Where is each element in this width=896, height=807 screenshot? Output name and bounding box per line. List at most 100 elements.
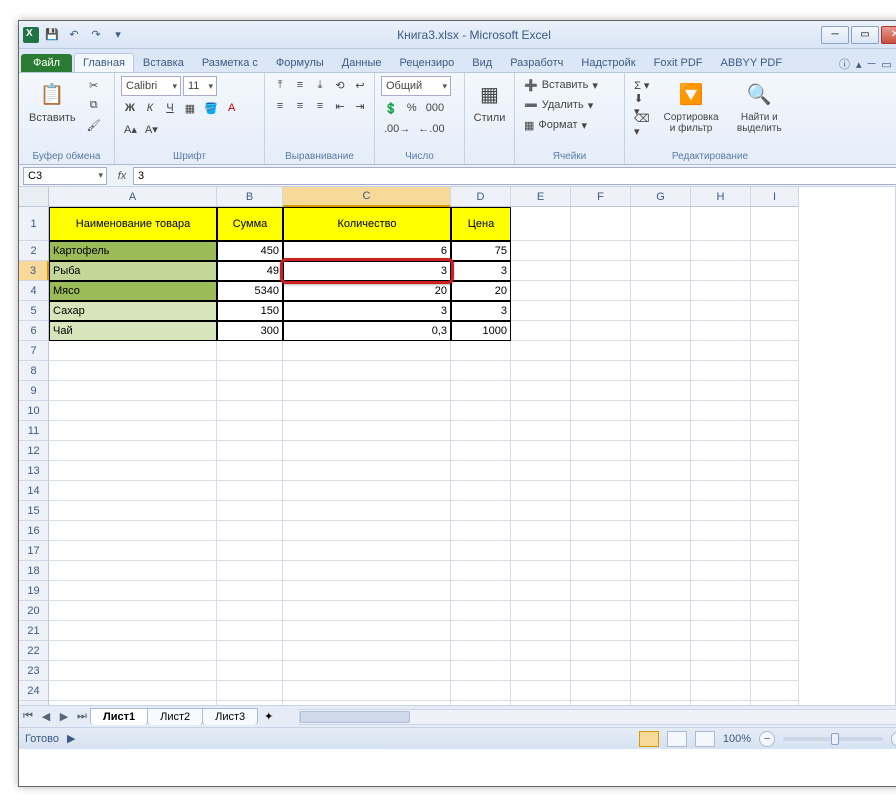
- cell-D18[interactable]: [451, 561, 511, 581]
- zoom-level[interactable]: 100%: [723, 733, 751, 745]
- cell-D4[interactable]: 20: [451, 281, 511, 301]
- sheet-nav-first[interactable]: ⏮: [19, 710, 37, 723]
- cell-B2[interactable]: 450: [217, 241, 283, 261]
- cell-E10[interactable]: [511, 401, 571, 421]
- cell-B19[interactable]: [217, 581, 283, 601]
- fill-color-button[interactable]: 🪣: [201, 99, 221, 117]
- cell-G16[interactable]: [631, 521, 691, 541]
- cell-A13[interactable]: [49, 461, 217, 481]
- cell-I23[interactable]: [751, 661, 799, 681]
- row-header-14[interactable]: 14: [19, 481, 49, 501]
- format-cells-button[interactable]: ▦ Формат ▾: [521, 116, 590, 134]
- row-header-21[interactable]: 21: [19, 621, 49, 641]
- cell-C13[interactable]: [283, 461, 451, 481]
- cell-D11[interactable]: [451, 421, 511, 441]
- cell-F5[interactable]: [571, 301, 631, 321]
- cell-C20[interactable]: [283, 601, 451, 621]
- spreadsheet-grid[interactable]: ABCDEFGHI 123456789101112131415161718192…: [19, 187, 896, 705]
- row-header-22[interactable]: 22: [19, 641, 49, 661]
- cell-B4[interactable]: 5340: [217, 281, 283, 301]
- cell-F3[interactable]: [571, 261, 631, 281]
- cell-C8[interactable]: [283, 361, 451, 381]
- align-left-button[interactable]: ≡: [271, 97, 289, 115]
- cell-G6[interactable]: [631, 321, 691, 341]
- row-header-15[interactable]: 15: [19, 501, 49, 521]
- cell-G21[interactable]: [631, 621, 691, 641]
- cell-D23[interactable]: [451, 661, 511, 681]
- cell-H22[interactable]: [691, 641, 751, 661]
- cell-I2[interactable]: [751, 241, 799, 261]
- cell-B6[interactable]: 300: [217, 321, 283, 341]
- cell-B22[interactable]: [217, 641, 283, 661]
- col-header-G[interactable]: G: [631, 187, 691, 207]
- cell-G9[interactable]: [631, 381, 691, 401]
- cell-B7[interactable]: [217, 341, 283, 361]
- cell-B13[interactable]: [217, 461, 283, 481]
- cell-I13[interactable]: [751, 461, 799, 481]
- sheet-nav-next[interactable]: ▶: [55, 710, 73, 723]
- cell-F22[interactable]: [571, 641, 631, 661]
- col-header-H[interactable]: H: [691, 187, 751, 207]
- cell-C21[interactable]: [283, 621, 451, 641]
- cell-F25[interactable]: [571, 701, 631, 705]
- cell-D17[interactable]: [451, 541, 511, 561]
- cell-D16[interactable]: [451, 521, 511, 541]
- ribbon-tab-7[interactable]: Разработч: [501, 53, 572, 72]
- cell-C3[interactable]: 3: [283, 261, 451, 281]
- cell-H10[interactable]: [691, 401, 751, 421]
- row-header-23[interactable]: 23: [19, 661, 49, 681]
- cell-G17[interactable]: [631, 541, 691, 561]
- cell-A24[interactable]: [49, 681, 217, 701]
- cell-A6[interactable]: Чай: [49, 321, 217, 341]
- cell-I1[interactable]: [751, 207, 799, 241]
- cell-E19[interactable]: [511, 581, 571, 601]
- cell-A11[interactable]: [49, 421, 217, 441]
- cell-I6[interactable]: [751, 321, 799, 341]
- cell-D20[interactable]: [451, 601, 511, 621]
- increase-decimal-button[interactable]: .00→: [381, 120, 413, 138]
- cell-D6[interactable]: 1000: [451, 321, 511, 341]
- cell-D15[interactable]: [451, 501, 511, 521]
- sheet-tab-2[interactable]: Лист3: [202, 708, 258, 725]
- name-box[interactable]: C3: [23, 167, 107, 185]
- cell-G1[interactable]: [631, 207, 691, 241]
- cell-B16[interactable]: [217, 521, 283, 541]
- cell-G4[interactable]: [631, 281, 691, 301]
- cell-C10[interactable]: [283, 401, 451, 421]
- cell-A16[interactable]: [49, 521, 217, 541]
- align-right-button[interactable]: ≡: [311, 97, 329, 115]
- cell-E20[interactable]: [511, 601, 571, 621]
- cell-E13[interactable]: [511, 461, 571, 481]
- row-header-19[interactable]: 19: [19, 581, 49, 601]
- cell-I18[interactable]: [751, 561, 799, 581]
- cell-A4[interactable]: Мясо: [49, 281, 217, 301]
- cell-I17[interactable]: [751, 541, 799, 561]
- row-header-12[interactable]: 12: [19, 441, 49, 461]
- ribbon-tab-8[interactable]: Надстройк: [572, 53, 644, 72]
- cell-H14[interactable]: [691, 481, 751, 501]
- cell-C14[interactable]: [283, 481, 451, 501]
- maximize-button[interactable]: ▭: [851, 26, 879, 44]
- cell-E7[interactable]: [511, 341, 571, 361]
- cell-E18[interactable]: [511, 561, 571, 581]
- cell-A20[interactable]: [49, 601, 217, 621]
- cell-A2[interactable]: Картофель: [49, 241, 217, 261]
- cell-G5[interactable]: [631, 301, 691, 321]
- cell-B15[interactable]: [217, 501, 283, 521]
- page-break-view-button[interactable]: [695, 731, 715, 747]
- align-center-button[interactable]: ≡: [291, 97, 309, 115]
- cell-E21[interactable]: [511, 621, 571, 641]
- cell-D5[interactable]: 3: [451, 301, 511, 321]
- cell-C17[interactable]: [283, 541, 451, 561]
- cell-I4[interactable]: [751, 281, 799, 301]
- cell-F6[interactable]: [571, 321, 631, 341]
- cell-H16[interactable]: [691, 521, 751, 541]
- cell-A1[interactable]: Наименование товара: [49, 207, 217, 241]
- cell-D7[interactable]: [451, 341, 511, 361]
- cell-C18[interactable]: [283, 561, 451, 581]
- row-header-6[interactable]: 6: [19, 321, 49, 341]
- cell-E4[interactable]: [511, 281, 571, 301]
- cell-I15[interactable]: [751, 501, 799, 521]
- cell-A21[interactable]: [49, 621, 217, 641]
- cell-I21[interactable]: [751, 621, 799, 641]
